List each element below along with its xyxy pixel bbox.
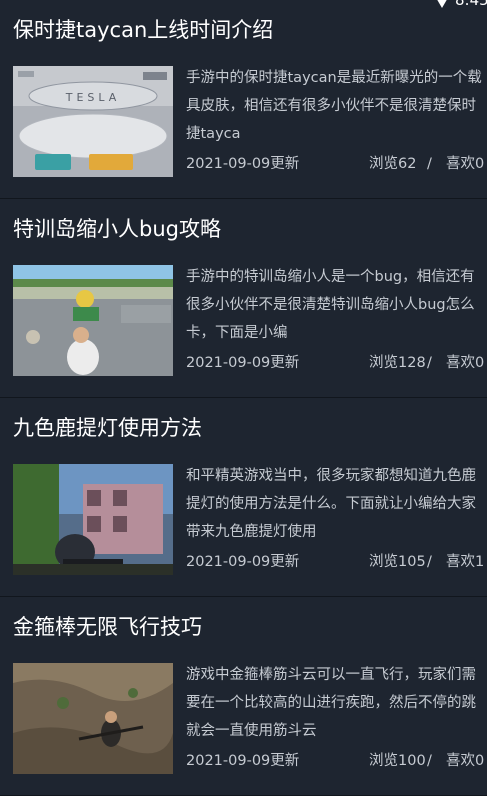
article-list: 保时捷taycan上线时间介绍 TESLA 手游中的保时捷taycan是最近新曝… (0, 0, 487, 796)
article-summary: 游戏中金箍棒筋斗云可以一直飞行，玩家们需要在一个比较高的山进行疾跑，然后不停的跳… (186, 667, 476, 739)
meta-separator: / (427, 554, 432, 570)
article-likes: 喜欢0 (446, 355, 485, 371)
tesla-sign-text: TESLA (65, 91, 121, 104)
article-views: 浏览128 (369, 355, 426, 371)
meta-separator: / (427, 355, 432, 371)
article-meta: 2021-09-09更新 浏览128 / 喜欢0 (186, 349, 487, 377)
article-meta: 2021-09-09更新 浏览105 / 喜欢1 (186, 548, 487, 576)
article-summary: 和平精英游戏当中，很多玩家都想知道九色鹿提灯的使用方法是什么。下面就让小编给大家… (186, 468, 476, 540)
article-item[interactable]: 保时捷taycan上线时间介绍 TESLA 手游中的保时捷taycan是最近新曝… (0, 0, 487, 199)
article-date: 2021-09-09更新 (186, 554, 300, 570)
article-thumbnail[interactable]: TESLA (13, 66, 173, 177)
article-date: 2021-09-09更新 (186, 355, 300, 371)
meta-separator: / (427, 156, 432, 172)
article-summary: 手游中的保时捷taycan是最近新曝光的一个载具皮肤，相信还有很多小伙伴不是很清… (186, 70, 482, 142)
article-meta: 2021-09-09更新 浏览62 / 喜欢0 (186, 150, 487, 178)
article-thumbnail[interactable] (13, 265, 173, 376)
article-item[interactable]: 特训岛缩小人bug攻略 手游中的特训岛缩小人是一个bug，相信还有很多小伙伴不是… (0, 199, 487, 398)
article-meta: 2021-09-09更新 浏览100 / 喜欢0 (186, 747, 487, 775)
article-date: 2021-09-09更新 (186, 753, 300, 769)
article-likes: 喜欢1 (446, 554, 485, 570)
article-views: 浏览100 (369, 753, 426, 769)
article-title[interactable]: 九色鹿提灯使用方法 (13, 412, 202, 444)
article-title[interactable]: 保时捷taycan上线时间介绍 (13, 14, 273, 46)
article-likes: 喜欢0 (446, 156, 485, 172)
article-item[interactable]: 金箍棒无限飞行技巧 游戏中金箍棒筋斗云可以一直飞行，玩家们需要在一个比较高的山进… (0, 597, 487, 796)
article-summary: 手游中的特训岛缩小人是一个bug，相信还有很多小伙伴不是很清楚特训岛缩小人bug… (186, 269, 475, 341)
article-title[interactable]: 特训岛缩小人bug攻略 (13, 213, 221, 245)
article-views: 浏览62 (369, 156, 417, 172)
article-likes: 喜欢0 (446, 753, 485, 769)
article-date: 2021-09-09更新 (186, 156, 300, 172)
article-title[interactable]: 金箍棒无限飞行技巧 (13, 611, 202, 643)
article-thumbnail[interactable] (13, 663, 173, 774)
meta-separator: / (427, 753, 432, 769)
article-item[interactable]: 九色鹿提灯使用方法 和平精英游戏当中，很多玩家都想知道九色鹿提灯的使用方法是什么… (0, 398, 487, 597)
article-views: 浏览105 (369, 554, 426, 570)
article-thumbnail[interactable] (13, 464, 173, 575)
